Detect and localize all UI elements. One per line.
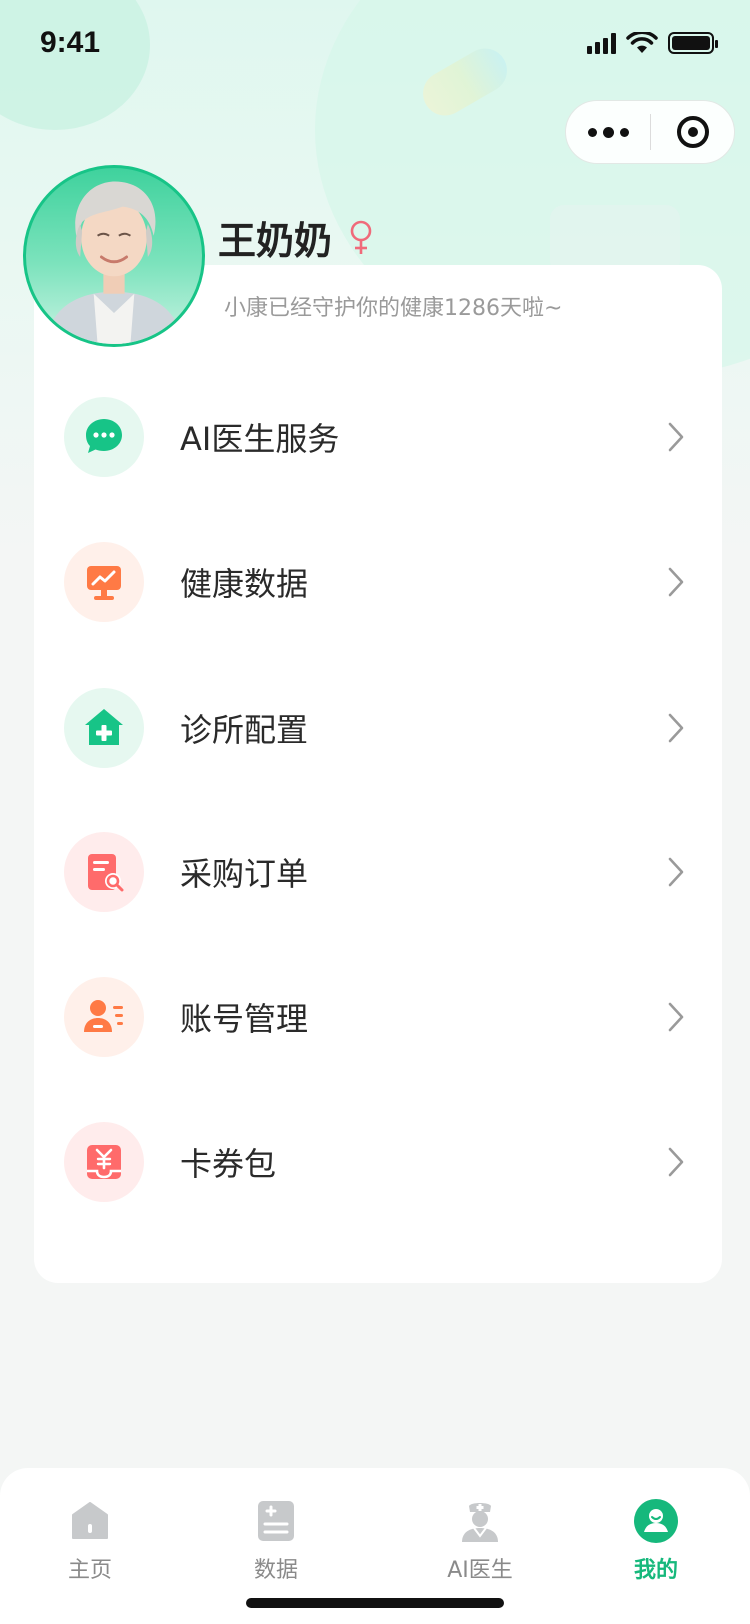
order-search-icon — [64, 832, 144, 912]
more-dots-icon[interactable] — [566, 101, 650, 163]
coupon-wallet-icon — [64, 1122, 144, 1202]
data-clipboard-icon — [258, 1501, 294, 1541]
menu-item-ai-doctor-service[interactable]: AI医生服务 — [34, 377, 722, 497]
tab-data[interactable]: 数据 — [216, 1498, 336, 1584]
menu-item-clinic-config[interactable]: 诊所配置 — [34, 668, 722, 788]
profile-subtitle: 小康已经守护你的健康1286天啦~ — [224, 296, 563, 321]
status-bar: 9:41 — [0, 0, 750, 88]
avatar-portrait — [45, 181, 183, 344]
chevron-right-icon — [668, 857, 684, 887]
menu-item-label: AI医生服务 — [180, 420, 340, 458]
battery-icon — [668, 32, 718, 54]
menu-item-label: 采购订单 — [180, 855, 309, 893]
menu-item-label: 卡券包 — [180, 1145, 277, 1183]
home-icon — [72, 1502, 108, 1539]
tab-label: AI医生 — [447, 1558, 513, 1583]
chevron-right-icon — [668, 567, 684, 597]
profile-name: 王奶奶 — [218, 219, 333, 263]
account-list-icon — [64, 977, 144, 1057]
tab-home[interactable]: 主页 — [30, 1498, 150, 1584]
chat-bubble-icon — [64, 397, 144, 477]
chevron-right-icon — [668, 422, 684, 452]
tab-ai-doctor[interactable]: AI医生 — [420, 1498, 540, 1584]
profile-icon — [634, 1499, 678, 1543]
clinic-house-icon — [64, 688, 144, 768]
target-icon[interactable] — [651, 101, 734, 163]
chevron-right-icon — [668, 713, 684, 743]
mini-program-capsule — [565, 100, 735, 164]
status-time: 9:41 — [40, 26, 101, 59]
menu-item-coupon-wallet[interactable]: 卡券包 — [34, 1102, 722, 1222]
menu-item-purchase-orders[interactable]: 采购订单 — [34, 812, 722, 932]
tab-me[interactable]: 我的 — [596, 1498, 716, 1584]
chevron-right-icon — [668, 1002, 684, 1032]
doctor-icon — [462, 1503, 498, 1542]
chevron-right-icon — [668, 1147, 684, 1177]
menu-item-health-data[interactable]: 健康数据 — [34, 522, 722, 642]
menu-item-label: 账号管理 — [180, 1000, 309, 1038]
menu-item-label: 诊所配置 — [180, 711, 309, 749]
tab-label: 我的 — [633, 1558, 678, 1583]
status-icons — [587, 32, 718, 54]
avatar[interactable] — [23, 165, 205, 347]
menu-item-label: 健康数据 — [180, 565, 309, 603]
signal-icon — [587, 32, 616, 54]
tab-label: 主页 — [67, 1558, 112, 1583]
home-indicator — [246, 1598, 504, 1608]
chart-monitor-icon — [64, 542, 144, 622]
female-icon — [350, 220, 372, 254]
tab-label: 数据 — [253, 1558, 298, 1583]
menu-item-account-management[interactable]: 账号管理 — [34, 957, 722, 1077]
wifi-icon — [626, 32, 658, 53]
